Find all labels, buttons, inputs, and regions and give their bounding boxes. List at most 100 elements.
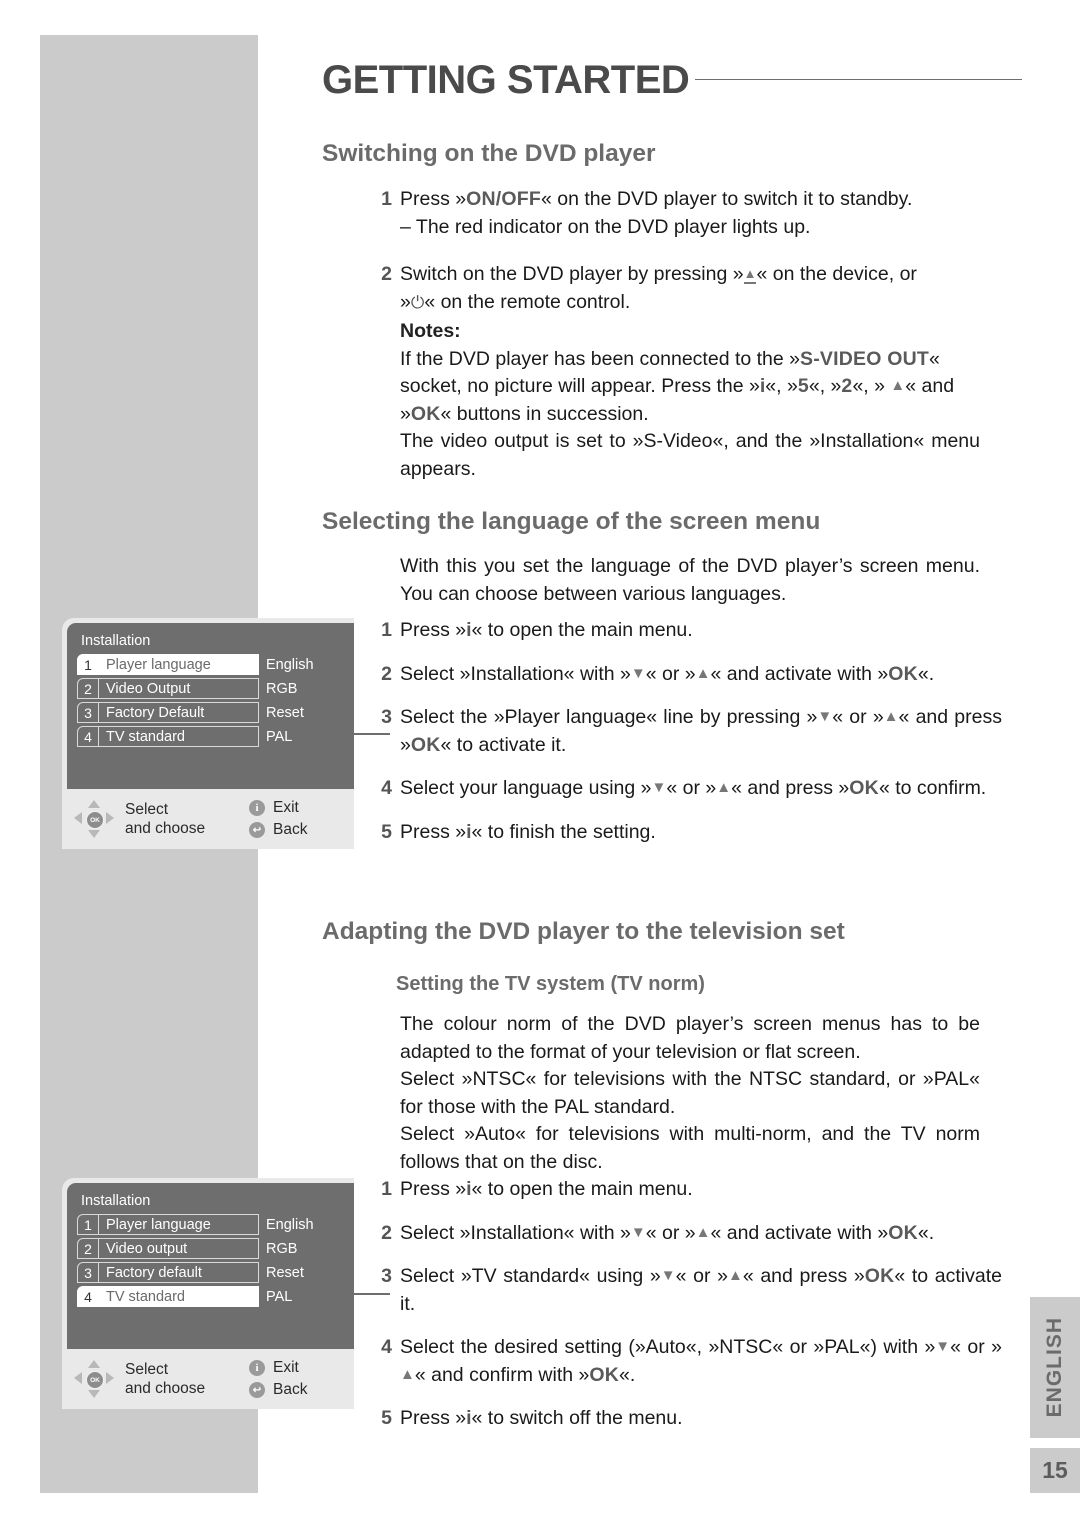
osd-exit-action[interactable]: i Exit	[249, 799, 307, 817]
key-ok: OK	[589, 1363, 620, 1386]
notes-block: Notes: If the DVD player has been connec…	[400, 318, 980, 483]
step-number: 2	[381, 263, 392, 285]
osd-row-value: PAL	[266, 1288, 293, 1305]
osd-row-index: 4	[77, 726, 99, 747]
key-ok: OK	[888, 662, 918, 685]
step-item: 3 Select the »Player language« line by p…	[322, 704, 1002, 759]
step-frag: « and confirm with »	[414, 1363, 590, 1386]
arrow-down-icon	[661, 1268, 676, 1283]
step-frag: Press »	[400, 820, 467, 843]
page-title: GETTING STARTED	[322, 57, 690, 102]
osd-menu-2: Installation 1 Player language English 2…	[62, 1178, 354, 1409]
osd-row[interactable]: 4 TV standard PAL	[77, 726, 344, 747]
osd-footer-actions: i Exit ↩ Back	[249, 1355, 307, 1403]
ok-button-icon[interactable]: OK	[86, 1371, 104, 1389]
nav-down-icon	[88, 1390, 100, 1398]
info-button-icon: i	[249, 800, 265, 816]
step-frag: « to switch off the menu.	[471, 1407, 683, 1429]
arrow-down-icon	[652, 780, 667, 795]
osd-footer-select-line1: Select	[125, 801, 169, 818]
osd-exit-label: Exit	[273, 1359, 299, 1376]
adapting-paragraph-1: The colour norm of the DVD player’s scre…	[400, 1013, 980, 1063]
notes-paragraph-1: If the DVD player has been connected to …	[400, 346, 980, 429]
step-number: 5	[381, 820, 392, 843]
step-number: 1	[381, 188, 392, 210]
step-number: 1	[381, 1178, 392, 1200]
step-frag: « and activate with »	[710, 662, 889, 685]
step-subline: – The red indicator on the DVD player li…	[400, 215, 811, 238]
osd-back-action[interactable]: ↩ Back	[249, 1381, 307, 1399]
step-frag: « and activate with »	[710, 1221, 889, 1244]
osd-row-index: 1	[77, 1214, 99, 1235]
osd-row[interactable]: 1 Player language English	[77, 654, 344, 675]
key-ok: OK	[410, 402, 441, 425]
step-item: 3 Select »TV standard« using » « or » « an…	[322, 1263, 1002, 1318]
osd-row-label: Video Output	[99, 678, 259, 699]
osd-row-index: 1	[77, 654, 99, 675]
ok-button-icon[interactable]: OK	[86, 811, 104, 829]
step-text: Press »ON/OFF« on the DVD player to swit…	[400, 188, 912, 210]
osd-title: Installation	[81, 1193, 151, 1209]
osd-row[interactable]: 4 TV standard PAL	[77, 1286, 344, 1307]
step-text-mid: « on the device, or	[756, 263, 917, 285]
eject-icon	[744, 266, 757, 284]
arrow-down-icon	[631, 666, 646, 681]
step-frag: « or »	[645, 1221, 696, 1244]
osd-row[interactable]: 1 Player language English	[77, 1214, 344, 1235]
step-text-pre2: »	[400, 290, 411, 313]
step-frag: Select »TV standard« using »	[400, 1265, 661, 1287]
navigation-pad-icon[interactable]: OK	[73, 799, 115, 839]
page-number-tab: 15	[1030, 1448, 1080, 1493]
navigation-pad-icon[interactable]: OK	[73, 1359, 115, 1399]
key-ok: OK	[410, 733, 441, 756]
callout-connector-line-2	[352, 1293, 390, 1295]
step-frag: « or »	[675, 1265, 728, 1287]
arrow-up-icon	[890, 378, 905, 393]
arrow-up-icon	[716, 780, 731, 795]
notes-frag: «, »	[808, 375, 842, 397]
nav-right-icon	[106, 1372, 114, 1384]
step-number: 3	[381, 1265, 392, 1287]
osd-row[interactable]: 2 Video output RGB	[77, 1238, 344, 1259]
osd-row-index: 2	[77, 678, 99, 699]
osd-row-value: PAL	[266, 728, 293, 745]
osd-footer-2: OK Select and choose i Exit ↩ Back	[67, 1349, 354, 1409]
step-number: 4	[381, 777, 392, 799]
language-tab: ENGLISH	[1030, 1297, 1080, 1438]
osd-row-label: Player language	[99, 654, 259, 675]
language-tab-label: ENGLISH	[1043, 1317, 1066, 1418]
osd-footer-select-hint: Select and choose	[125, 800, 245, 838]
section-heading-switching: Switching on the DVD player	[322, 140, 656, 167]
key-5: 5	[797, 375, 809, 397]
osd-row[interactable]: 3 Factory default Reset	[77, 1262, 344, 1283]
osd-row-value: Reset	[266, 1264, 304, 1281]
step-item: 5 Press »i« to finish the setting.	[322, 819, 1002, 847]
step-frag: « to open the main menu.	[471, 619, 693, 641]
step-frag: « and press »	[742, 1265, 865, 1287]
osd-back-action[interactable]: ↩ Back	[249, 821, 307, 839]
step-frag: Select »Installation« with »	[400, 662, 631, 685]
power-icon	[411, 294, 424, 311]
step-frag: «.	[917, 662, 935, 685]
osd-row-value: English	[266, 1216, 314, 1233]
key-2: 2	[841, 375, 853, 397]
step-text-pre: Press »	[400, 188, 467, 210]
osd-row-value: RGB	[266, 680, 298, 697]
osd-row[interactable]: 3 Factory Default Reset	[77, 702, 344, 723]
step-text: Switch on the DVD player by pressing » « …	[400, 263, 917, 285]
osd-row[interactable]: 2 Video Output RGB	[77, 678, 344, 699]
step-frag: Select the desired setting (»Auto«, »NTS…	[400, 1336, 936, 1358]
osd-exit-action[interactable]: i Exit	[249, 1359, 307, 1377]
osd-row-label: Video output	[99, 1238, 259, 1259]
nav-left-icon	[74, 1372, 82, 1384]
osd-row-label: TV standard	[99, 1286, 259, 1307]
step-number: 1	[381, 619, 392, 641]
key-onoff: ON/OFF	[466, 188, 541, 210]
info-button-icon: i	[249, 1360, 265, 1376]
section-heading-language: Selecting the language of the screen men…	[322, 508, 821, 535]
arrow-up-icon	[696, 666, 711, 681]
nav-up-icon	[88, 800, 100, 808]
step-item: 2 Select »Installation« with » « or » « an…	[322, 661, 1002, 689]
page-header: GETTING STARTED	[322, 52, 1022, 108]
osd-row-index: 4	[77, 1286, 99, 1307]
